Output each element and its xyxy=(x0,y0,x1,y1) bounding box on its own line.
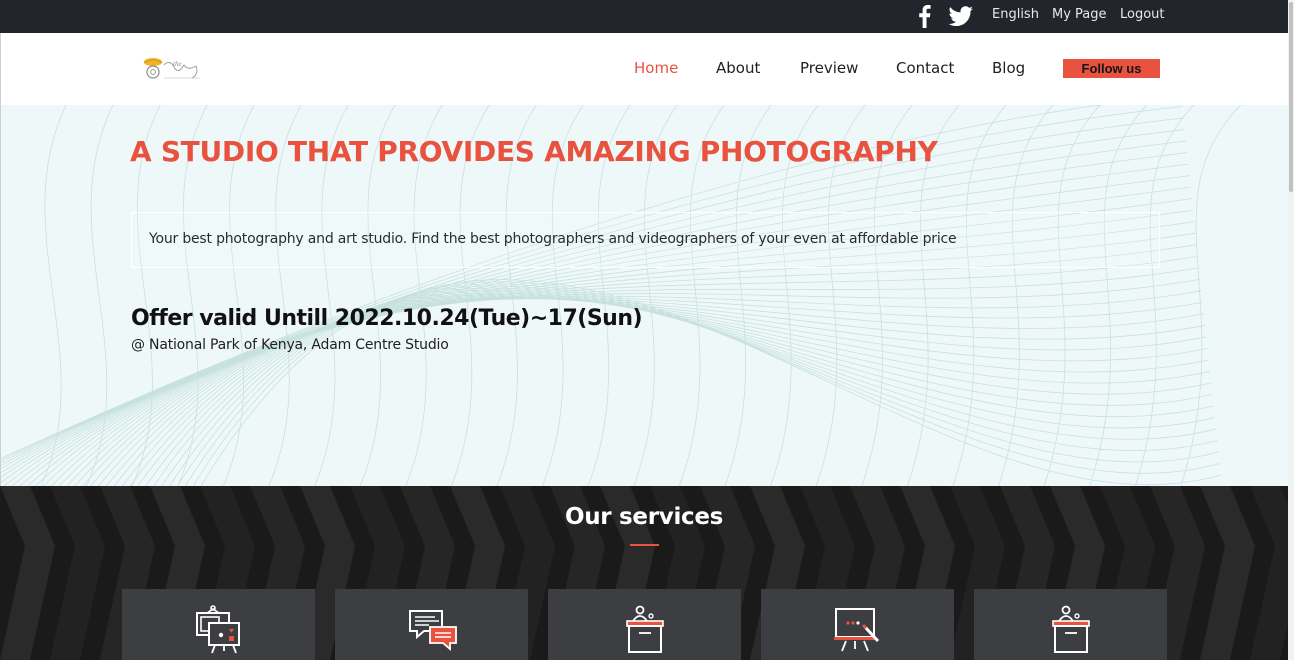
main-navbar: the Home About Preview Contact Blog Foll… xyxy=(0,33,1288,105)
facebook-icon[interactable] xyxy=(916,4,932,28)
nav-about-link[interactable]: About xyxy=(716,59,760,77)
nav-blog-link[interactable]: Blog xyxy=(992,59,1025,77)
event-location: @ National Park of Kenya, Adam Centre St… xyxy=(131,337,449,353)
hero-section: A STUDIO THAT PROVIDES AMAZING PHOTOGRAP… xyxy=(0,105,1288,486)
logout-link[interactable]: Logout xyxy=(1120,7,1165,22)
top-utility-bar: English My Page Logout xyxy=(0,0,1288,33)
twitter-icon[interactable] xyxy=(948,4,974,28)
speaker-podium-icon xyxy=(626,605,664,653)
nav-home-link[interactable]: Home xyxy=(634,59,678,77)
service-card[interactable] xyxy=(335,589,528,660)
studio-logo[interactable]: the xyxy=(140,55,210,85)
presentation-board-icon xyxy=(196,605,240,654)
offer-validity-heading: Offer valid Untill 2022.10.24(Tue)~17(Su… xyxy=(131,306,643,331)
services-section: Our services xyxy=(0,486,1288,660)
language-link[interactable]: English xyxy=(992,7,1039,22)
whiteboard-easel-icon xyxy=(834,608,880,652)
nav-contact-link[interactable]: Contact xyxy=(896,59,954,77)
services-title-underline xyxy=(630,544,659,546)
service-card[interactable] xyxy=(761,589,954,660)
page-scrollbar[interactable] xyxy=(1288,0,1294,660)
hero-title: A STUDIO THAT PROVIDES AMAZING PHOTOGRAP… xyxy=(130,135,938,168)
services-title: Our services xyxy=(564,504,724,530)
tagline-box: Your best photography and art studio. Fi… xyxy=(131,212,1160,268)
scrollbar-thumb[interactable] xyxy=(1289,2,1293,192)
follow-us-button[interactable]: Follow us xyxy=(1063,59,1160,78)
hero-tagline: Your best photography and art studio. Fi… xyxy=(149,231,957,247)
service-card[interactable] xyxy=(122,589,315,660)
my-page-link[interactable]: My Page xyxy=(1052,7,1107,22)
speaker-podium-icon xyxy=(1052,605,1090,653)
service-card[interactable] xyxy=(974,589,1167,660)
svg-text:the: the xyxy=(173,60,182,68)
service-card[interactable] xyxy=(548,589,741,660)
nav-preview-link[interactable]: Preview xyxy=(800,59,858,77)
chat-bubbles-icon xyxy=(409,610,457,651)
